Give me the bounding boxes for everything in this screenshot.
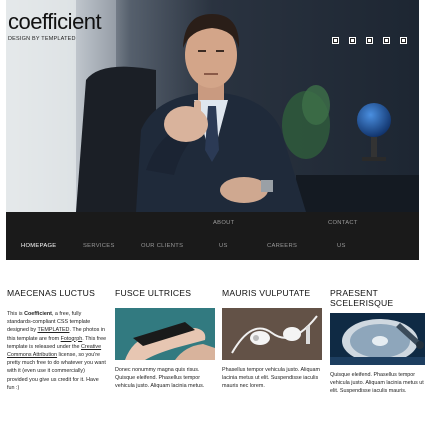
- main-navigation: HOMEPAGE SERVICES OUR CLIENTS ABOUT US C…: [6, 212, 419, 260]
- intro-paragraph: This is Coefficient, a free, fully stand…: [7, 310, 107, 392]
- nav-item-about-us-bottom[interactable]: US: [219, 243, 228, 249]
- column-praesent-scelerisque: PRAESENT SCELERISQUE Quisque eleifend. P…: [330, 288, 425, 396]
- fotogrph-link[interactable]: Fotogrph: [61, 336, 83, 342]
- nav-item-homepage[interactable]: HOMEPAGE: [21, 243, 56, 249]
- nav-item-about-us-top[interactable]: ABOUT: [213, 220, 234, 226]
- column-text: Quisque eleifend. Phasellus tempor vehic…: [330, 372, 424, 395]
- column-heading: FUSCE ULTRICES: [115, 288, 192, 298]
- site-branding: coefficient DESIGN BY TEMPLATED: [8, 10, 102, 43]
- nav-item-services[interactable]: SERVICES: [83, 243, 115, 249]
- slider-pagination: [332, 37, 407, 44]
- slider-dot-2[interactable]: [349, 37, 356, 44]
- column-mauris-vulputate: MAURIS VULPUTATE Phasellus tempor vehicu…: [222, 288, 322, 391]
- templated-link[interactable]: TEMPLATED: [37, 327, 69, 333]
- intro-brand: Coefficient: [24, 311, 52, 317]
- thumbnail-white-earphones[interactable]: [222, 308, 322, 360]
- thumbnail-hard-disk-drive[interactable]: [330, 313, 425, 365]
- slider-dot-5[interactable]: [400, 37, 407, 44]
- column-heading: MAURIS VULPUTATE: [222, 288, 311, 298]
- hero-banner: coefficient DESIGN BY TEMPLATED: [6, 0, 419, 212]
- column-heading: MAECENAS LUCTUS: [7, 288, 95, 298]
- slider-dot-1[interactable]: [332, 37, 339, 44]
- nav-item-our-clients[interactable]: OUR CLIENTS: [141, 243, 183, 249]
- slider-dot-4[interactable]: [383, 37, 390, 44]
- column-maecenas-luctus: MAECENAS LUCTUS This is Coefficient, a f…: [7, 288, 107, 392]
- site-title[interactable]: coefficient: [8, 10, 102, 34]
- column-text: Donec nonummy magna quis risus. Quisque …: [115, 367, 205, 390]
- nav-item-contact-us-top[interactable]: CONTACT: [328, 220, 358, 226]
- site-tagline: DESIGN BY TEMPLATED: [8, 36, 76, 42]
- column-text: Phasellus tempor vehicula justo. Aliquam…: [222, 367, 320, 390]
- slider-dot-3[interactable]: [366, 37, 373, 44]
- nav-item-careers[interactable]: CAREERS: [267, 243, 297, 249]
- intro-text: This is: [7, 311, 25, 317]
- thumbnail-hand-with-phone[interactable]: [115, 308, 215, 360]
- nav-item-contact-us-bottom[interactable]: US: [337, 243, 346, 249]
- column-heading: PRAESENT SCELERISQUE: [330, 288, 394, 308]
- content-columns: MAECENAS LUCTUS This is Coefficient, a f…: [6, 260, 425, 425]
- column-fusce-ultrices: FUSCE ULTRICES Donec nonummy magna quis …: [115, 288, 215, 391]
